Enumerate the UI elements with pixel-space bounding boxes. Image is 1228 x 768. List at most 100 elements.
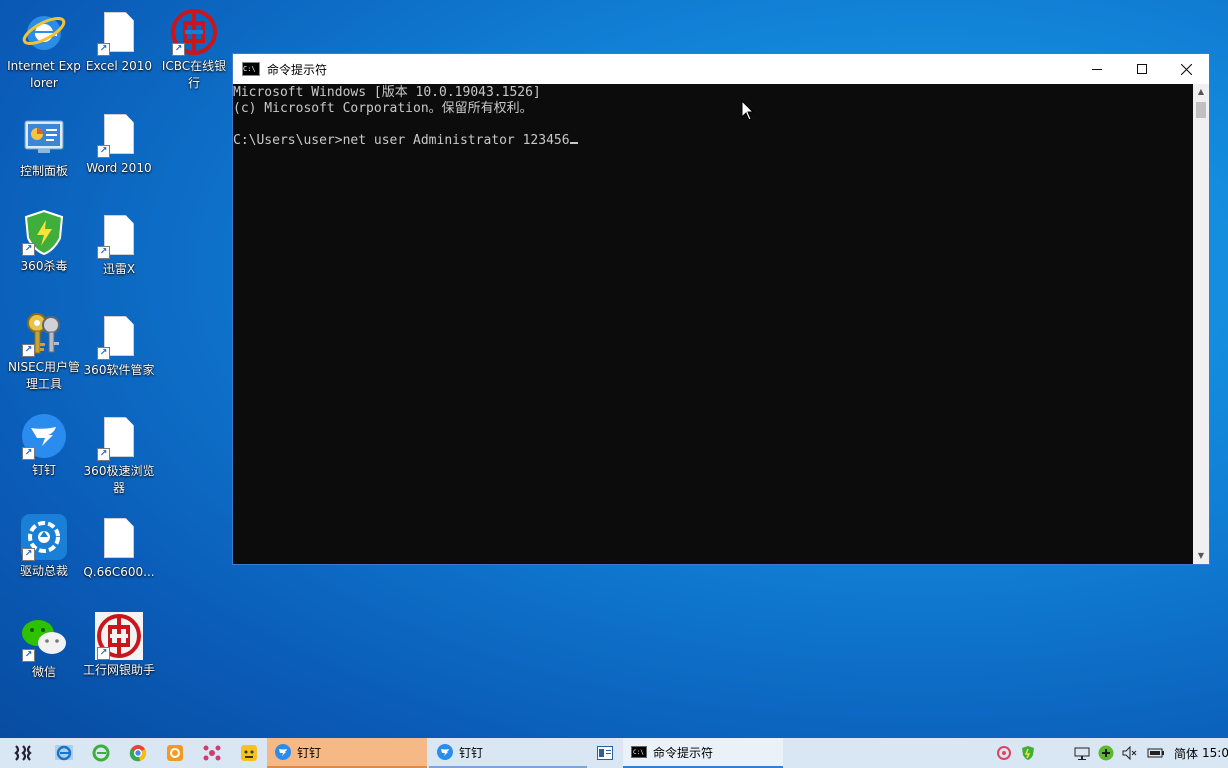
taskbar-button-label: 命令提示符 [653, 745, 714, 760]
maximize-button[interactable] [1119, 54, 1164, 84]
desktop-icon-label: 驱动总裁 [19, 564, 68, 578]
shortcut-arrow-icon: ↗ [97, 145, 110, 158]
desktop-icon-word-2010[interactable]: ↗ Word 2010 [81, 110, 157, 177]
taskbar-pin-chrome[interactable] [119, 738, 156, 768]
icbc-logo-icon: ↗ [170, 8, 218, 56]
desktop-icon-label: Excel 2010 [85, 59, 153, 73]
tray-icon-app[interactable] [992, 738, 1016, 768]
window-title: 命令提示符 [267, 62, 328, 77]
desktop-icon-qq-file[interactable]: Q.66C600... [81, 514, 157, 581]
shield-icon [1022, 746, 1034, 760]
orange-app-icon [166, 745, 183, 761]
taskbar-pin-network[interactable] [193, 738, 230, 768]
desktop-icon-control-panel[interactable]: 控制面板 [6, 113, 82, 180]
taskbar-button-cmd-active[interactable]: C:\ 命令提示符 [623, 738, 783, 768]
taskbar-pin-ie[interactable] [45, 738, 82, 768]
battery-icon [1147, 748, 1164, 758]
mouse-pointer-icon [741, 100, 755, 121]
minimize-button[interactable] [1074, 54, 1119, 84]
ime-indicator[interactable]: 简体 [1170, 738, 1202, 768]
vertical-scrollbar[interactable]: ▲ ▼ [1193, 84, 1209, 564]
shortcut-arrow-icon: ↗ [97, 43, 110, 56]
tray-icon-network[interactable] [1070, 738, 1094, 768]
taskbar-pin-yellow[interactable] [230, 738, 267, 768]
taskbar-pin-app[interactable] [156, 738, 193, 768]
cmd-app-icon: C:\ [242, 62, 260, 76]
green-browser-icon [92, 744, 109, 762]
document-icon: ↗ [95, 8, 143, 56]
desktop-icon-internet-explorer[interactable]: Internet Explorer [6, 8, 82, 92]
svg-text:C:\: C:\ [633, 749, 644, 756]
desktop-icon-label: 迅雷X [102, 262, 136, 276]
taskbar-button-dingtalk[interactable]: 钉钉 [429, 738, 587, 768]
shortcut-arrow-icon: ↗ [97, 647, 110, 660]
desktop-icon-driver-manager[interactable]: ↗ 驱动总裁 [6, 513, 82, 580]
system-tray: 简体 15:0 [992, 738, 1228, 768]
console-line: (c) Microsoft Corporation。保留所有权利。 [233, 101, 533, 116]
window-titlebar[interactable]: C:\ 命令提示符 [233, 54, 1209, 84]
desktop-icon-label: NISEC用户管理工具 [7, 360, 81, 391]
desktop-icon-360-software-manager[interactable]: ↗ 360软件管家 [81, 312, 157, 379]
taskbar-button-window[interactable] [587, 738, 623, 768]
document-icon: ↗ [95, 413, 143, 461]
tray-icon-security[interactable] [1016, 738, 1040, 768]
green-plus-icon [1098, 745, 1114, 761]
chrome-icon [129, 745, 146, 762]
pinwheel-icon [997, 746, 1011, 760]
taskbar: 钉钉 钉钉 C:\ 命令提示符 简体 15:0 [0, 738, 1228, 768]
desktop-icon-icbc-online[interactable]: ↗ ICBC在线银行 [156, 8, 232, 92]
shortcut-arrow-icon: ↗ [97, 448, 110, 461]
internet-explorer-icon [54, 745, 73, 761]
shortcut-arrow-icon: ↗ [22, 447, 35, 460]
driver-manager-icon: ↗ [20, 513, 68, 561]
console-line: Microsoft Windows [版本 10.0.19043.1526] [233, 85, 541, 100]
minimize-icon [1091, 69, 1102, 70]
taskbar-button-label: 钉钉 [459, 745, 484, 760]
desktop-icon-wechat[interactable]: ↗ 微信 [6, 614, 82, 681]
scroll-up-arrow-icon[interactable]: ▲ [1193, 84, 1209, 100]
desktop-icon-label: Q.66C600... [83, 565, 155, 579]
console-command-line[interactable]: C:\Users\user>net user Administrator 123… [233, 133, 1193, 149]
shortcut-arrow-icon: ↗ [22, 243, 35, 256]
tray-icon-plus[interactable] [1094, 738, 1118, 768]
shortcut-arrow-icon: ↗ [97, 347, 110, 360]
tray-icon-battery[interactable] [1142, 738, 1170, 768]
desktop-icon-360-antivirus[interactable]: ↗ 360杀毒 [6, 208, 82, 275]
taskbar-button-label: 钉钉 [297, 745, 322, 760]
document-icon: ↗ [95, 312, 143, 360]
scroll-down-arrow-icon[interactable]: ▼ [1193, 548, 1209, 564]
shortcut-arrow-icon: ↗ [22, 548, 35, 561]
desktop-icon-label: 360极速浏览器 [83, 464, 155, 495]
close-button[interactable] [1164, 54, 1209, 84]
scrollbar-thumb[interactable] [1196, 102, 1206, 118]
console-output[interactable]: Microsoft Windows [版本 10.0.19043.1526] (c… [233, 84, 1193, 564]
desktop-icon-dingtalk[interactable]: ↗ 钉钉 [6, 412, 82, 479]
shortcut-arrow-icon: ↗ [97, 246, 110, 259]
document-icon: ↗ [95, 211, 143, 259]
dingtalk-icon [437, 744, 453, 760]
start-logo-icon [13, 745, 32, 761]
clock[interactable]: 15:0 [1202, 738, 1228, 768]
desktop-icon-label: 钉钉 [31, 463, 56, 477]
command-prompt-window[interactable]: C:\ 命令提示符 Microsoft Windows [版本 10.0.190… [232, 53, 1210, 565]
start-button[interactable] [0, 738, 45, 768]
shortcut-arrow-icon: ↗ [22, 344, 35, 357]
desktop-icon-xunlei-x[interactable]: ↗ 迅雷X [81, 211, 157, 278]
tray-icon-volume[interactable] [1118, 738, 1142, 768]
desktop-icon-excel-2010[interactable]: ↗ Excel 2010 [81, 8, 157, 75]
desktop-icon-360-browser[interactable]: ↗ 360极速浏览器 [81, 413, 157, 497]
icbc-logo-icon: ↗ [95, 612, 143, 660]
network-icon [1074, 747, 1090, 760]
taskbar-pin-browser[interactable] [82, 738, 119, 768]
desktop-icon-label: Word 2010 [86, 161, 152, 175]
desktop-icon-nisec-tool[interactable]: ↗ NISEC用户管理工具 [6, 309, 82, 393]
taskbar-button-dingtalk-highlighted[interactable]: 钉钉 [267, 738, 427, 768]
desktop-icon-label: 360软件管家 [83, 363, 155, 377]
close-icon [1181, 63, 1192, 75]
volume-muted-icon [1122, 745, 1137, 761]
desktop-icon-icbc-assistant[interactable]: ↗ 工行网银助手 [81, 612, 157, 679]
tray-spacer [1040, 738, 1070, 768]
console-command-text: C:\Users\user>net user Administrator 123… [233, 133, 570, 148]
network-app-icon [203, 745, 220, 761]
